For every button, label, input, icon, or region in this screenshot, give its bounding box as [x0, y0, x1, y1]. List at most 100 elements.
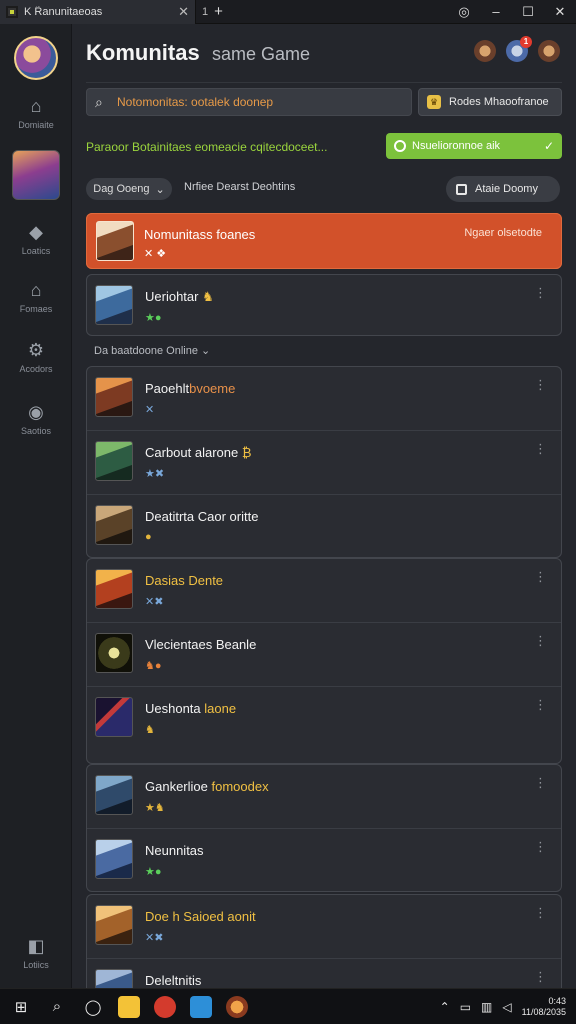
- more-icon[interactable]: ⋮: [534, 905, 547, 921]
- list-item[interactable]: Deleltnitis ⋮: [87, 959, 561, 989]
- sidebar-item-label: Saotios: [20, 426, 52, 436]
- list-item-title: Neunnitas: [145, 843, 204, 858]
- game-thumbnail: [95, 441, 133, 481]
- game-thumbnail: [95, 633, 133, 673]
- list-item-title: Gankerlioe fomoodex: [145, 779, 269, 794]
- list-item[interactable]: Deatitrta Caor oritte ●: [87, 495, 561, 559]
- confirm-button[interactable]: Nsuelioronnoe aik ✓: [386, 133, 562, 159]
- close-window-icon[interactable]: ✕: [544, 4, 576, 20]
- filter-dropdown[interactable]: Dag Ooeng ⌄: [86, 178, 172, 200]
- check-icon: ✓: [543, 139, 554, 153]
- circle-icon: [394, 140, 406, 152]
- info-text: Paraoor Botainitaes eomeacie cqitecdocee…: [86, 140, 328, 154]
- browser-icon[interactable]: [154, 995, 176, 1018]
- list-item-tags: ★✖: [145, 468, 165, 480]
- chevron-up-icon[interactable]: ⌃: [440, 1000, 450, 1014]
- new-tab-button[interactable]: +: [214, 3, 223, 20]
- group-label[interactable]: Da baatdoone Online ⌄: [94, 344, 210, 357]
- browser-tab[interactable]: K R̃anunitaeoas ✕: [0, 0, 196, 24]
- game-shortcut[interactable]: [12, 150, 60, 200]
- sidebar-item-acodors[interactable]: ⚙ Acodors: [0, 340, 72, 374]
- list-card: Gankerlioe fomoodex ★♞ ⋮ Neunnitas ★● ⋮: [86, 764, 562, 892]
- more-icon[interactable]: ⋮: [534, 441, 547, 457]
- close-tab-icon[interactable]: ✕: [178, 4, 189, 20]
- network-icon[interactable]: ▥: [481, 1000, 492, 1014]
- friend-avatar[interactable]: 1: [506, 36, 532, 62]
- sidebar-item-label: Acodors: [19, 364, 53, 374]
- minimize-icon[interactable]: –: [480, 4, 512, 20]
- filter-label: Dag Ooeng: [93, 183, 150, 195]
- more-icon[interactable]: ⋮: [534, 285, 547, 301]
- banner-tags: ✕ ❖: [144, 248, 167, 260]
- more-icon[interactable]: ⋮: [534, 969, 547, 985]
- highlight-banner[interactable]: Nomunitass foanes ✕ ❖ Ngaer olsetodte: [86, 213, 562, 269]
- house-icon: ⌂: [30, 280, 42, 300]
- header-avatars: 1: [474, 36, 560, 62]
- more-icon[interactable]: ⋮: [534, 377, 547, 393]
- list-item-tags: ★●: [145, 866, 162, 878]
- search-bar[interactable]: ⌕: [86, 88, 412, 116]
- user-avatar[interactable]: [14, 36, 58, 80]
- friend-avatar[interactable]: [538, 40, 560, 62]
- volume-icon[interactable]: ◁: [502, 1000, 511, 1014]
- exit-icon: ◧: [27, 936, 45, 956]
- list-item[interactable]: Gankerlioe fomoodex ★♞ ⋮: [87, 765, 561, 829]
- list-item[interactable]: Carbout alarone ₿ ★✖ ⋮: [87, 431, 561, 495]
- windows-start-icon[interactable]: ⊞: [10, 998, 32, 1016]
- more-icon[interactable]: ⋮: [534, 633, 547, 649]
- list-item-title: Ueriohtar ♞: [145, 289, 214, 304]
- mode-button[interactable]: ♛ Rodes Mhaoofranoe: [418, 88, 562, 116]
- sidebar-item-saotios[interactable]: ◉ Saotios: [0, 402, 72, 436]
- search-icon[interactable]: ⌕: [46, 998, 68, 1015]
- search-icon: ⌕: [95, 94, 103, 110]
- more-icon[interactable]: ⋮: [534, 569, 547, 585]
- sidebar-item-label: Lotiics: [23, 960, 49, 970]
- game-thumbnail: [95, 285, 133, 325]
- more-icon[interactable]: ⋮: [534, 775, 547, 791]
- more-icon[interactable]: ⋮: [534, 697, 547, 713]
- location-pin-icon: ◉: [28, 402, 44, 422]
- list-item[interactable]: Neunnitas ★● ⋮: [87, 829, 561, 893]
- home-icon: ⌂: [30, 96, 42, 116]
- game-thumbnail: [95, 377, 133, 417]
- list-item-title: Vlecientaes Beanle: [145, 637, 257, 652]
- list-item-title: Carbout alarone ₿: [145, 445, 252, 460]
- action-button[interactable]: Ataie Doomy: [446, 176, 560, 202]
- game-thumbnail: [95, 775, 133, 815]
- list-item[interactable]: Vlecientaes Beanle ♞● ⋮: [87, 623, 561, 687]
- store-icon[interactable]: [190, 995, 212, 1018]
- friend-avatar[interactable]: [474, 40, 496, 62]
- list-item-title: Doe h Saioed aonit: [145, 909, 256, 924]
- list-item[interactable]: Doe h Saioed aonit ✕✖ ⋮: [87, 895, 561, 959]
- list-item-title: Paoehltbvoeme: [145, 381, 236, 396]
- more-icon[interactable]: ⋮: [534, 839, 547, 855]
- list-item[interactable]: Ueshonta laone ♞ ⋮: [87, 687, 561, 751]
- sidebar-item-home[interactable]: ⌂ Domiaite: [0, 96, 72, 130]
- list-card: Doe h Saioed aonit ✕✖ ⋮ Deleltnitis ⋮: [86, 894, 562, 989]
- game-thumbnail: [95, 839, 133, 879]
- list-item[interactable]: Dasias Dente ✕✖ ⋮: [87, 559, 561, 623]
- task-view-icon[interactable]: ◯: [82, 998, 104, 1016]
- list-item-title: Dasias Dente: [145, 573, 224, 588]
- list-item[interactable]: Ueriohtar ♞ ★● ⋮: [87, 275, 561, 335]
- gear-icon: ⚙: [27, 340, 45, 360]
- list-item[interactable]: Paoehltbvoeme ✕ ⋮: [87, 367, 561, 431]
- action-button-label: Ataie Doomy: [475, 183, 538, 195]
- sidebar-item-bottom[interactable]: ◧ Lotiics: [0, 936, 72, 970]
- settings-icon[interactable]: ◎: [448, 4, 480, 20]
- game-thumbnail: [95, 905, 133, 945]
- sidebar-item-fomaes[interactable]: ⌂ Fomaes: [0, 280, 72, 314]
- list-card: Dasias Dente ✕✖ ⋮ Vlecientaes Beanle ♞● …: [86, 558, 562, 764]
- list-item-tags: ★●: [145, 312, 162, 324]
- file-explorer-icon[interactable]: [118, 995, 140, 1018]
- game-app-icon[interactable]: [226, 995, 248, 1018]
- battery-icon[interactable]: ▭: [460, 1000, 471, 1014]
- maximize-icon[interactable]: ☐: [512, 4, 544, 20]
- system-tray: ⌃ ▭ ▥ ◁ 0:43 11/08/2035: [440, 996, 566, 1018]
- sidebar-item-loatics[interactable]: ◆ Loatics: [0, 222, 72, 256]
- search-input[interactable]: [117, 95, 403, 109]
- clock[interactable]: 0:43 11/08/2035: [522, 996, 566, 1018]
- list-item-tags: ●: [145, 531, 152, 543]
- list-item-tags: ✕: [145, 404, 155, 416]
- list-item-tags: ★♞: [145, 802, 165, 814]
